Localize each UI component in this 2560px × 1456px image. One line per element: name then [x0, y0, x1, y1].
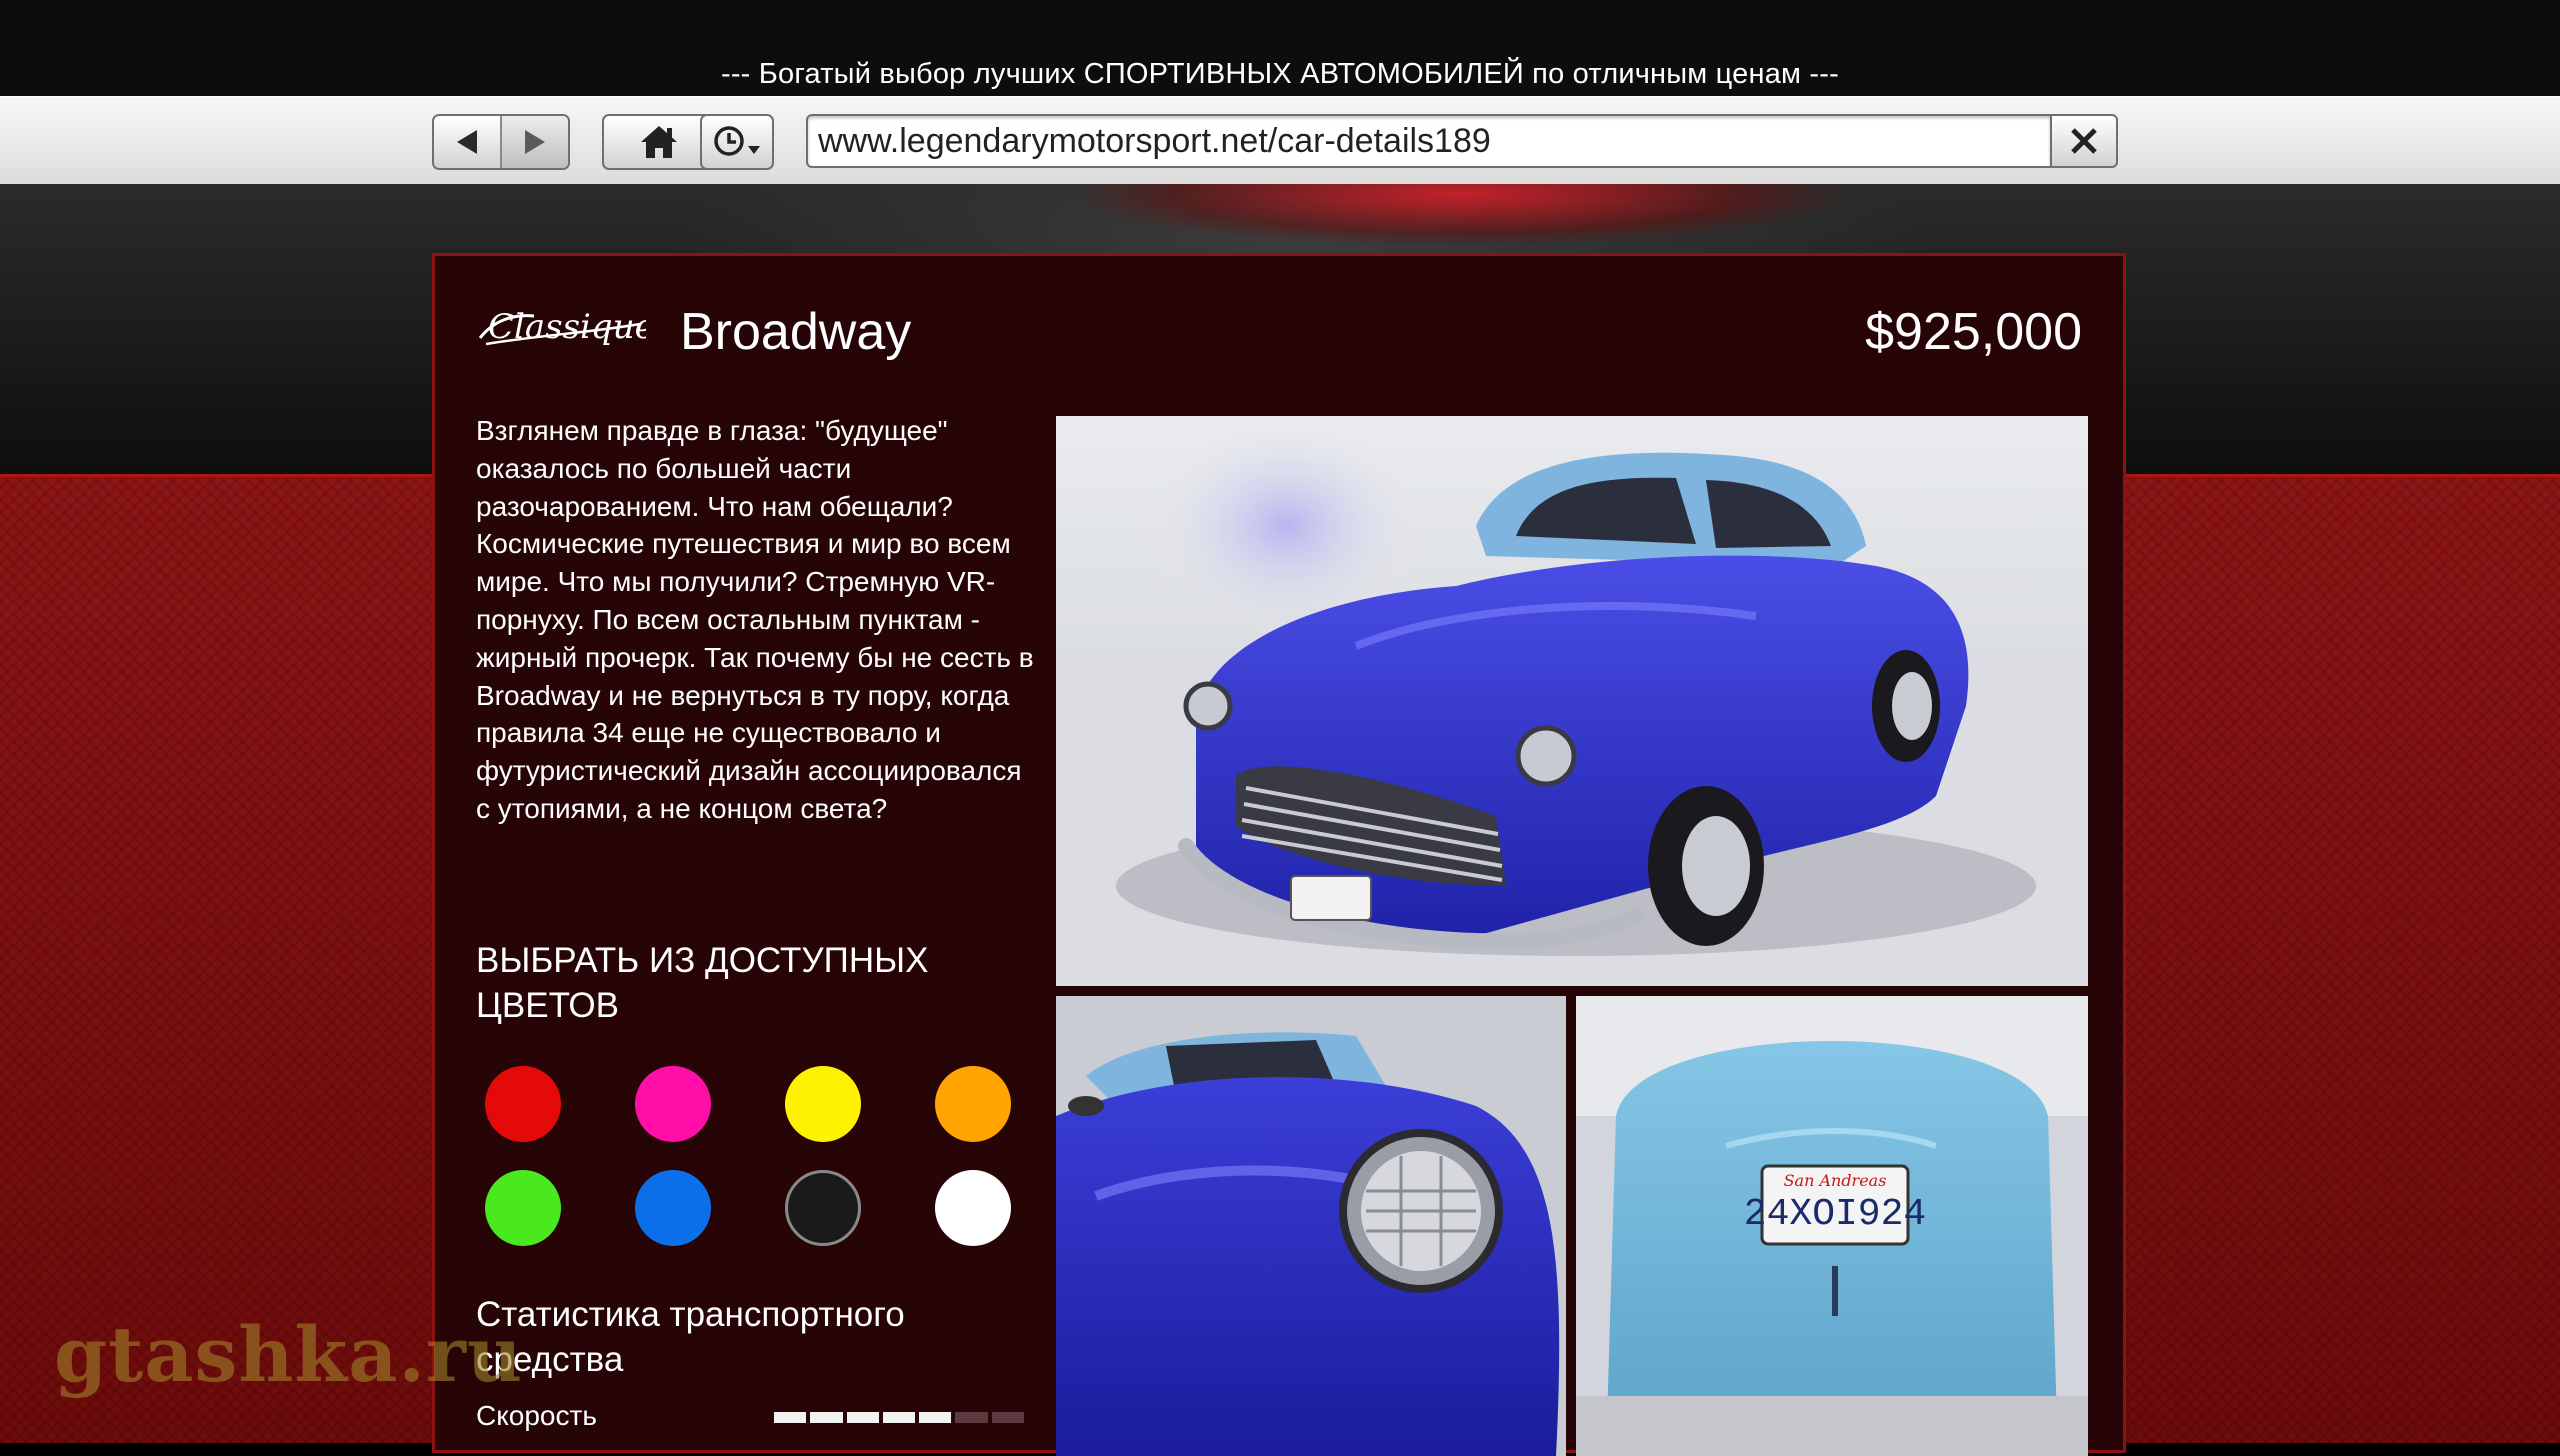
color-swatch-2[interactable]: [635, 1066, 711, 1142]
color-swatch-6[interactable]: [635, 1170, 711, 1246]
back-button[interactable]: [434, 116, 500, 168]
speed-bar-segment: [846, 1412, 879, 1423]
browser-toolbar: www.legendarymotorsport.net/car-details1…: [0, 96, 2560, 187]
speed-bar-segment: [774, 1412, 807, 1423]
speed-bar-segment: [919, 1412, 952, 1423]
car-name: Broadway: [680, 303, 912, 361]
color-swatch-4[interactable]: [935, 1066, 1011, 1142]
car-main-image[interactable]: [1056, 416, 2088, 986]
close-icon: [2071, 128, 2097, 154]
history-icon: [714, 126, 760, 156]
car-headlight-image[interactable]: [1056, 996, 1566, 1456]
clear-url-button[interactable]: [2052, 114, 2118, 168]
history-button[interactable]: [700, 114, 774, 170]
svg-text:San Andreas: San Andreas: [1784, 1171, 1887, 1190]
forward-icon: [525, 130, 545, 154]
stats-heading: Статистика транспортного средства: [476, 1295, 905, 1379]
color-swatch-8[interactable]: [935, 1170, 1011, 1246]
color-swatch-7[interactable]: [785, 1170, 861, 1246]
watermark: gtashka.ru: [54, 1310, 524, 1399]
svg-text:24XOI924: 24XOI924: [1744, 1193, 1926, 1236]
speed-bar-segment: [882, 1412, 916, 1423]
color-swatch-3[interactable]: [785, 1066, 861, 1142]
forward-button[interactable]: [500, 116, 568, 168]
classique-logo: Classique: [478, 307, 646, 347]
speed-label: Скорость: [476, 1400, 597, 1431]
home-button[interactable]: [602, 114, 716, 170]
car-description: Взглянем правде в глаза: "будущее" оказа…: [476, 415, 1034, 824]
color-swatch-5[interactable]: [485, 1170, 561, 1246]
color-swatch-1[interactable]: [485, 1066, 561, 1142]
url-field[interactable]: www.legendarymotorsport.net/car-details1…: [806, 114, 2052, 168]
speed-bar-segment: [810, 1412, 843, 1423]
banner-text: --- Богатый выбор лучших СПОРТИВНЫХ АВТО…: [720, 58, 1840, 90]
top-banner: --- Богатый выбор лучших СПОРТИВНЫХ АВТО…: [0, 0, 2560, 96]
home-icon: [641, 126, 677, 158]
speed-stat-bar: [774, 1412, 1024, 1423]
car-rear-image[interactable]: 24XOI924 San Andreas: [1576, 996, 2088, 1456]
car-price: $925,000: [1865, 303, 2082, 361]
back-icon: [457, 130, 477, 154]
nav-button-group: [432, 114, 570, 170]
speed-bar-segment: [991, 1412, 1024, 1423]
speed-bar-segment: [955, 1412, 988, 1423]
colors-heading: ВЫБРАТЬ ИЗ ДОСТУПНЫХ ЦВЕТОВ: [476, 941, 929, 1025]
